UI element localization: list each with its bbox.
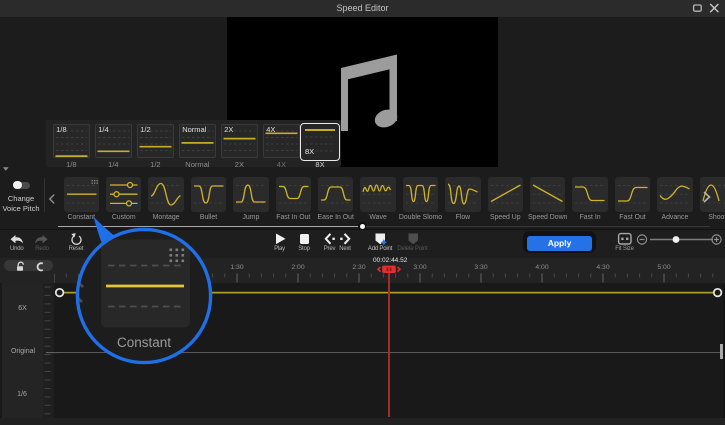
svg-text:Constant: Constant	[117, 335, 171, 350]
